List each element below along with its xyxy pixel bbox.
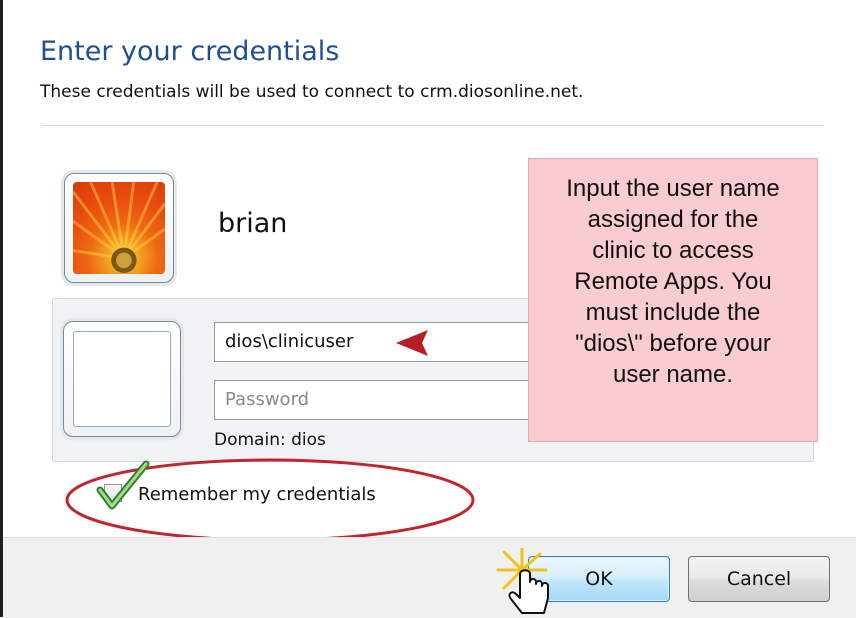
remember-label[interactable]: Remember my credentials [138, 484, 376, 505]
hand-pointer-icon [496, 548, 549, 614]
domain-label: Domain: dios [214, 430, 326, 450]
password-input[interactable]: Password [214, 380, 574, 420]
dialog-subtitle: These credentials will be used to connec… [40, 82, 584, 102]
red-arrow-annotation [396, 330, 530, 356]
blank-user-tile-icon [63, 321, 181, 437]
flower-user-picture-icon [73, 182, 165, 274]
user-account-tile[interactable] [64, 173, 174, 283]
window-left-border [0, 0, 3, 617]
separator [42, 125, 824, 126]
dialog-title: Enter your credentials [40, 36, 340, 67]
blank-user-tile-inner [73, 331, 171, 427]
cancel-button[interactable]: Cancel [688, 556, 830, 602]
instruction-callout: Input the user name assigned for the cli… [528, 158, 818, 442]
account-username[interactable]: brian [218, 208, 287, 239]
